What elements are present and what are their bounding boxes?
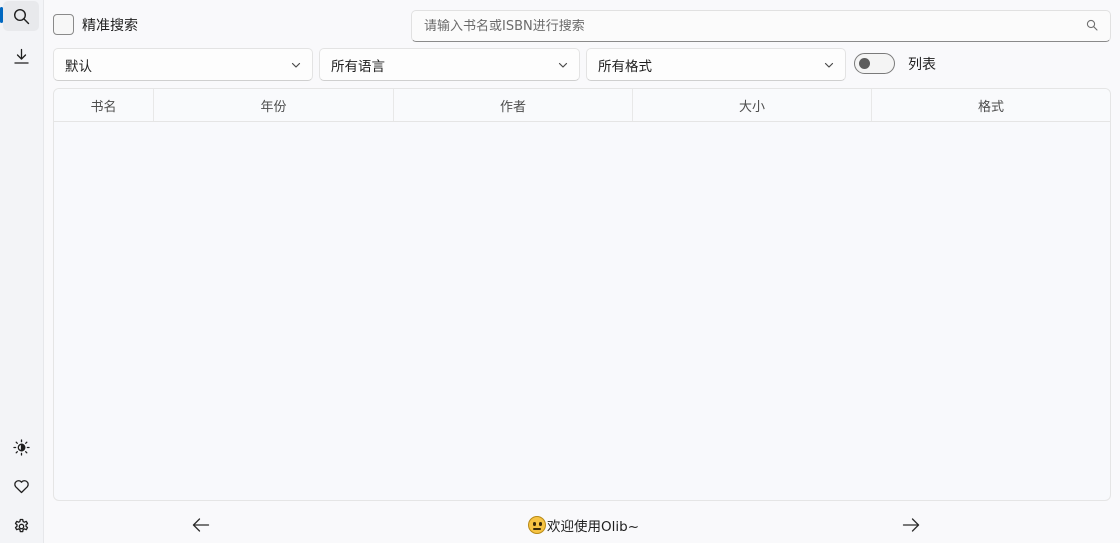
format-dropdown-value: 所有格式 — [598, 58, 652, 75]
neutral-face-icon — [528, 516, 546, 534]
search-icon — [13, 8, 30, 25]
chevron-down-icon — [823, 59, 835, 71]
sort-dropdown[interactable]: 默认 — [53, 48, 313, 81]
results-table: 书名 年份 作者 大小 格式 — [53, 88, 1111, 501]
sidebar-item-settings[interactable] — [3, 511, 39, 541]
arrow-left-icon — [192, 518, 210, 532]
column-header-title[interactable]: 书名 — [54, 89, 154, 121]
sort-dropdown-value: 默认 — [65, 58, 92, 75]
list-view-toggle-group: 列表 — [854, 53, 936, 74]
column-header-year[interactable]: 年份 — [154, 89, 394, 121]
download-icon — [13, 48, 30, 65]
sidebar-item-theme[interactable] — [3, 432, 39, 462]
sidebar-item-favorites[interactable] — [3, 471, 39, 501]
chevron-down-icon — [290, 59, 302, 71]
list-view-toggle[interactable] — [854, 53, 895, 74]
search-submit-icon[interactable] — [1086, 19, 1100, 33]
welcome-text: 欢迎使用Olib~ — [547, 519, 640, 535]
column-header-author[interactable]: 作者 — [394, 89, 633, 121]
welcome-message: 欢迎使用Olib~ — [528, 514, 639, 536]
language-dropdown[interactable]: 所有语言 — [319, 48, 580, 81]
column-header-format[interactable]: 格式 — [872, 89, 1110, 121]
prev-page-button[interactable] — [187, 512, 215, 538]
app-window: 精准搜索 默认 所有语言 所有格式 — [0, 0, 1120, 543]
column-header-size[interactable]: 大小 — [633, 89, 872, 121]
heart-icon — [13, 478, 30, 495]
search-input[interactable] — [424, 18, 1086, 34]
main-panel: 精准搜索 默认 所有语言 所有格式 — [44, 0, 1120, 543]
list-view-label: 列表 — [908, 56, 936, 73]
exact-search-option[interactable]: 精准搜索 — [53, 14, 138, 35]
sidebar-item-download[interactable] — [3, 41, 39, 71]
format-dropdown[interactable]: 所有格式 — [586, 48, 846, 81]
theme-brightness-icon — [12, 438, 30, 456]
language-dropdown-value: 所有语言 — [331, 58, 385, 75]
gear-icon — [13, 518, 30, 535]
exact-search-checkbox[interactable] — [53, 14, 74, 35]
arrow-right-icon — [902, 518, 920, 532]
next-page-button[interactable] — [897, 512, 925, 538]
toggle-knob — [859, 58, 870, 69]
search-box[interactable] — [411, 10, 1111, 42]
sidebar — [0, 0, 44, 543]
sidebar-item-search[interactable] — [3, 1, 39, 31]
table-header: 书名 年份 作者 大小 格式 — [54, 89, 1110, 122]
exact-search-label: 精准搜索 — [82, 17, 138, 34]
chevron-down-icon — [557, 59, 569, 71]
